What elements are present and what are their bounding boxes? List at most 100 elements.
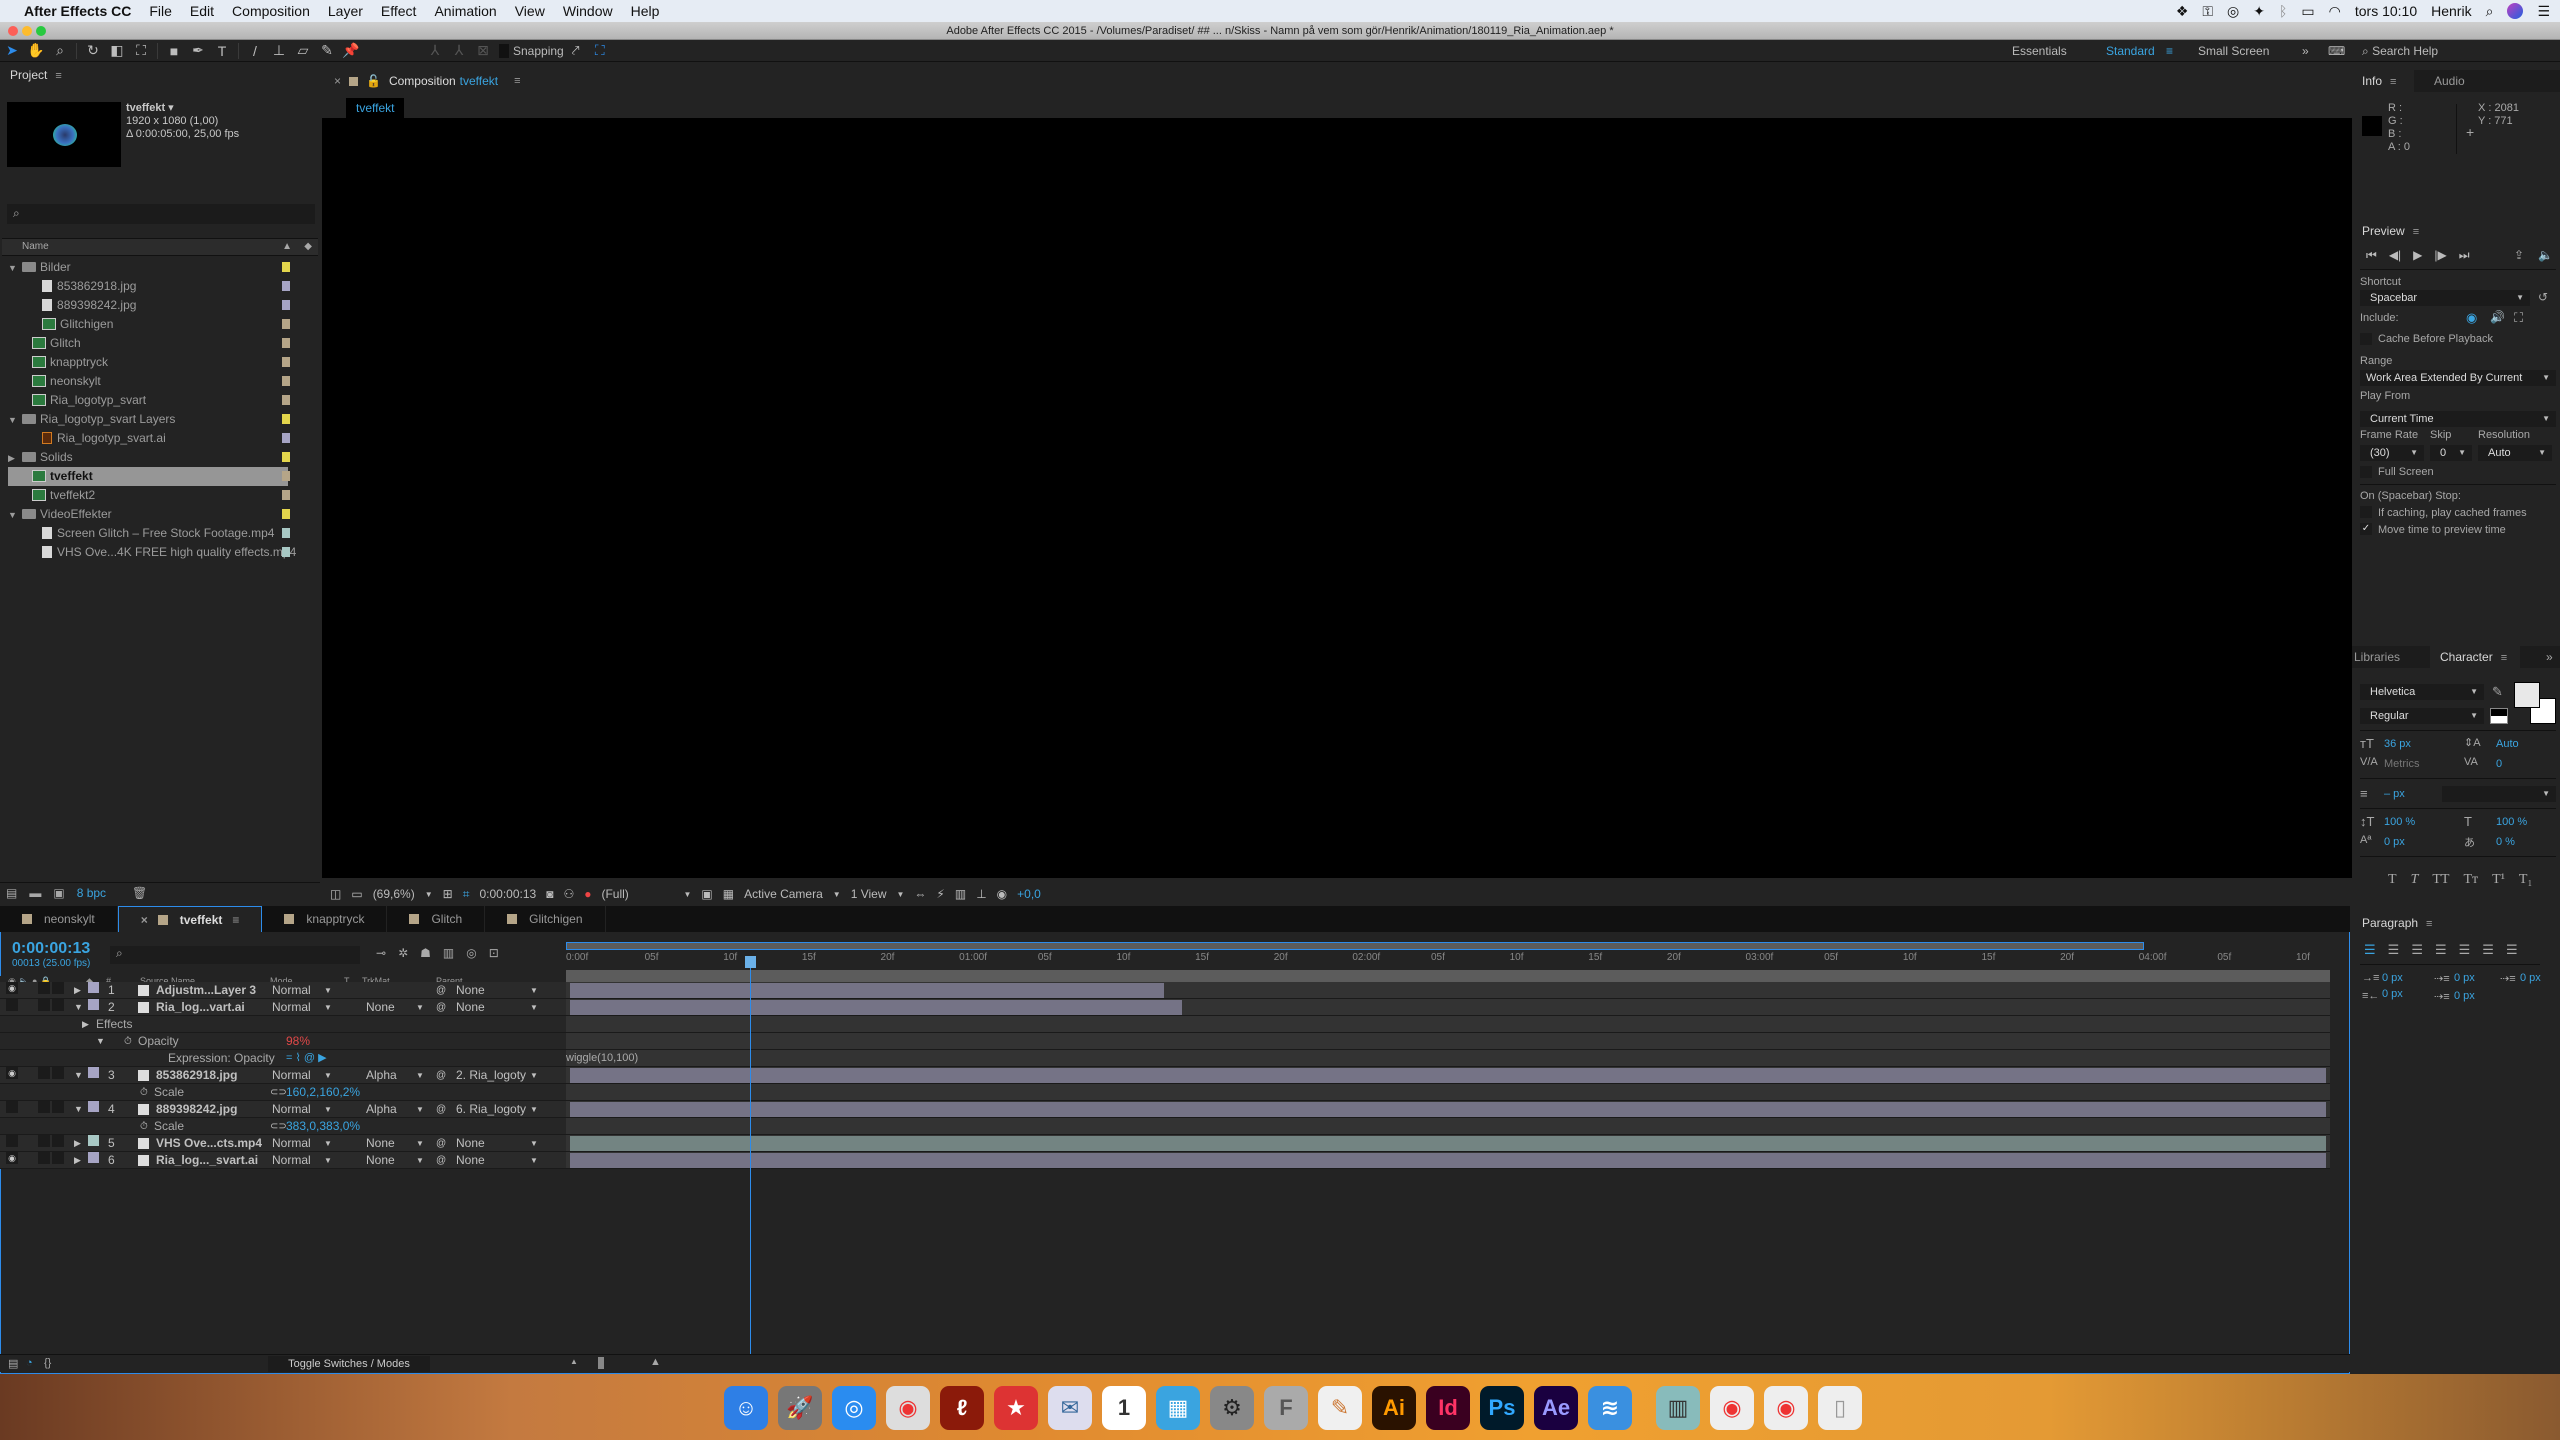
- dock-chrome-window-icon[interactable]: ◉: [1710, 1386, 1754, 1430]
- expanded-triangle-icon[interactable]: ▼: [74, 1067, 83, 1084]
- timeline-tab-Glitch[interactable]: Glitch: [387, 906, 486, 932]
- dock-mail-icon[interactable]: ✉: [1048, 1386, 1092, 1430]
- project-item[interactable]: ▶ Solids: [8, 448, 308, 467]
- parent-dropdown[interactable]: 2. Ria_logoty: [456, 1067, 526, 1084]
- toggle-switches-modes-button[interactable]: Toggle Switches / Modes: [268, 1356, 430, 1372]
- expand-panels-icon[interactable]: »: [2546, 650, 2553, 664]
- project-item[interactable]: Ria_logotyp_svart: [8, 391, 308, 410]
- solo-toggle[interactable]: [38, 1135, 50, 1147]
- bluetooth-icon[interactable]: ᛒ: [2279, 3, 2287, 19]
- motion-blur-icon[interactable]: ◎: [466, 946, 476, 960]
- shy-layers-icon[interactable]: ☗: [420, 946, 431, 960]
- track-matte-dropdown[interactable]: None: [366, 999, 395, 1016]
- align-center-icon[interactable]: ☰: [2388, 942, 2400, 958]
- dock-indesign-icon[interactable]: Id: [1426, 1386, 1470, 1430]
- pick-whip-icon[interactable]: @: [436, 1135, 446, 1152]
- indent-right-value[interactable]: 0 px: [2382, 988, 2403, 1000]
- stroke-width-value[interactable]: – px: [2384, 788, 2405, 800]
- layer-switches-icon[interactable]: ▤: [8, 1357, 18, 1370]
- layer-label-swatch[interactable]: [88, 1135, 99, 1146]
- project-item[interactable]: neonskylt: [8, 372, 308, 391]
- close-tab-icon[interactable]: ×: [141, 913, 148, 927]
- first-frame-icon[interactable]: ⏮: [2366, 248, 2377, 263]
- layer-duration-bar[interactable]: [570, 1136, 2326, 1151]
- expanded-triangle-icon[interactable]: ▼: [74, 1101, 83, 1118]
- property-row[interactable]: ▼ ⏱ Opacity 98%: [0, 1033, 566, 1050]
- blend-mode-dropdown[interactable]: Normal: [272, 1101, 311, 1118]
- close-panel-icon[interactable]: ×: [334, 74, 341, 88]
- constrain-proportions-icon[interactable]: ⊂⊃: [270, 1118, 287, 1135]
- tsume-value[interactable]: 0 %: [2496, 836, 2515, 848]
- expanded-triangle-icon[interactable]: ▼: [8, 411, 22, 430]
- visibility-toggle[interactable]: [6, 1101, 18, 1113]
- notification-center-icon[interactable]: ☰: [2537, 3, 2550, 20]
- layer-label-swatch[interactable]: [88, 1067, 99, 1078]
- space-after-value[interactable]: 0 px: [2454, 990, 2475, 1002]
- lock-toggle[interactable]: [52, 1067, 64, 1079]
- snap-target-icon[interactable]: ⛶: [588, 42, 612, 59]
- property-row[interactable]: ▶ Effects: [0, 1016, 566, 1033]
- label-swatch[interactable]: [282, 433, 290, 443]
- solo-toggle[interactable]: [38, 1152, 50, 1164]
- property-row[interactable]: ⏱ Scale 160,2,160,2% ⊂⊃: [0, 1084, 566, 1101]
- lock-toggle[interactable]: [52, 1152, 64, 1164]
- solo-toggle[interactable]: [38, 1101, 50, 1113]
- project-item[interactable]: Glitchigen: [8, 315, 308, 334]
- workspace-essentials[interactable]: Essentials: [2012, 40, 2067, 62]
- clock[interactable]: tors 10:10: [2355, 3, 2417, 19]
- workspace-standard[interactable]: Standard: [2106, 40, 2155, 62]
- dock-stacks-icon[interactable]: ≋: [1588, 1386, 1632, 1430]
- dock-keynote-icon[interactable]: ▦: [1156, 1386, 1200, 1430]
- project-item[interactable]: VHS Ove...4K FREE high quality effects.m…: [8, 543, 308, 562]
- graph-editor-icon[interactable]: ⊡: [489, 946, 499, 960]
- range-dropdown[interactable]: Work Area Extended By Current: [2360, 370, 2556, 386]
- full-screen-checkbox[interactable]: [2360, 466, 2372, 478]
- snapshot-icon[interactable]: ◙: [546, 887, 553, 901]
- region-of-interest-icon[interactable]: ▣: [701, 887, 712, 901]
- tab-info[interactable]: Info ≡: [2352, 70, 2414, 92]
- indent-left-value[interactable]: 0 px: [2382, 972, 2403, 984]
- snapping-icon[interactable]: ⤤: [564, 42, 588, 59]
- dock-finder-icon[interactable]: ☺: [724, 1386, 768, 1430]
- dock-safari-icon[interactable]: ◎: [832, 1386, 876, 1430]
- dock-chrome-window-2-icon[interactable]: ◉: [1764, 1386, 1808, 1430]
- layer-row[interactable]: ◉ ▼ 3 853862918.jpg Normal ▼ Alpha ▼ @2. Ria_log…: [0, 1067, 566, 1084]
- parent-dropdown[interactable]: None: [456, 1135, 485, 1152]
- panel-menu-icon[interactable]: ≡: [2501, 652, 2507, 664]
- property-row[interactable]: ⏱ Scale 383,0,383,0% ⊂⊃: [0, 1118, 566, 1135]
- puppet-pin-tool-icon[interactable]: 📌: [339, 42, 363, 59]
- comp-name-dropdown[interactable]: tveffekt: [460, 74, 498, 88]
- selected-item-name[interactable]: tveffekt ▾: [126, 102, 239, 115]
- layer-name[interactable]: 853862918.jpg: [156, 1067, 237, 1084]
- layer-name[interactable]: VHS Ove...cts.mp4: [156, 1135, 262, 1152]
- roto-brush-tool-icon[interactable]: ✎: [315, 42, 339, 59]
- airplay-icon[interactable]: ▭: [2301, 3, 2314, 20]
- timeline-tab-tveffekt[interactable]: × tveffekt ≡: [117, 906, 263, 932]
- eraser-tool-icon[interactable]: ▱: [291, 42, 315, 59]
- font-family-dropdown[interactable]: Helvetica: [2360, 684, 2484, 700]
- interpret-footage-icon[interactable]: ▤: [6, 886, 17, 900]
- camera-dropdown[interactable]: Active Camera: [744, 887, 823, 901]
- dock-launchpad-icon[interactable]: 🚀: [778, 1386, 822, 1430]
- dock-calendar-icon[interactable]: 1: [1102, 1386, 1146, 1430]
- layer-duration-bar[interactable]: [570, 1000, 1182, 1015]
- dock-wunderlist-icon[interactable]: ★: [994, 1386, 1038, 1430]
- shortcut-dropdown[interactable]: Spacebar: [2360, 290, 2530, 306]
- layer-row[interactable]: ◉ ▶ 1 Adjustm...Layer 3 Normal ▼ @ None ▼: [0, 982, 566, 999]
- blend-mode-dropdown[interactable]: Normal: [272, 999, 311, 1016]
- flowchart-icon[interactable]: ⊥: [976, 887, 986, 901]
- track-matte-dropdown[interactable]: Alpha: [366, 1067, 397, 1084]
- project-search-input[interactable]: ⌕: [7, 204, 315, 224]
- expanded-triangle-icon[interactable]: ▼: [8, 506, 22, 525]
- timeline-tab-knapptryck[interactable]: knapptryck: [262, 906, 388, 932]
- panel-menu-icon[interactable]: ≡: [55, 70, 61, 82]
- time-navigator[interactable]: [566, 942, 2144, 950]
- panel-menu-icon[interactable]: ≡: [2426, 918, 2432, 930]
- view-axis-icon[interactable]: ⊠: [471, 42, 495, 59]
- label-swatch[interactable]: [282, 376, 290, 386]
- dock-chrome-icon[interactable]: ◉: [886, 1386, 930, 1430]
- visibility-toggle[interactable]: [6, 1135, 18, 1147]
- column-name[interactable]: Name: [22, 241, 49, 252]
- all-caps-icon[interactable]: TT: [2432, 872, 2449, 888]
- visibility-toggle[interactable]: ◉: [6, 982, 18, 994]
